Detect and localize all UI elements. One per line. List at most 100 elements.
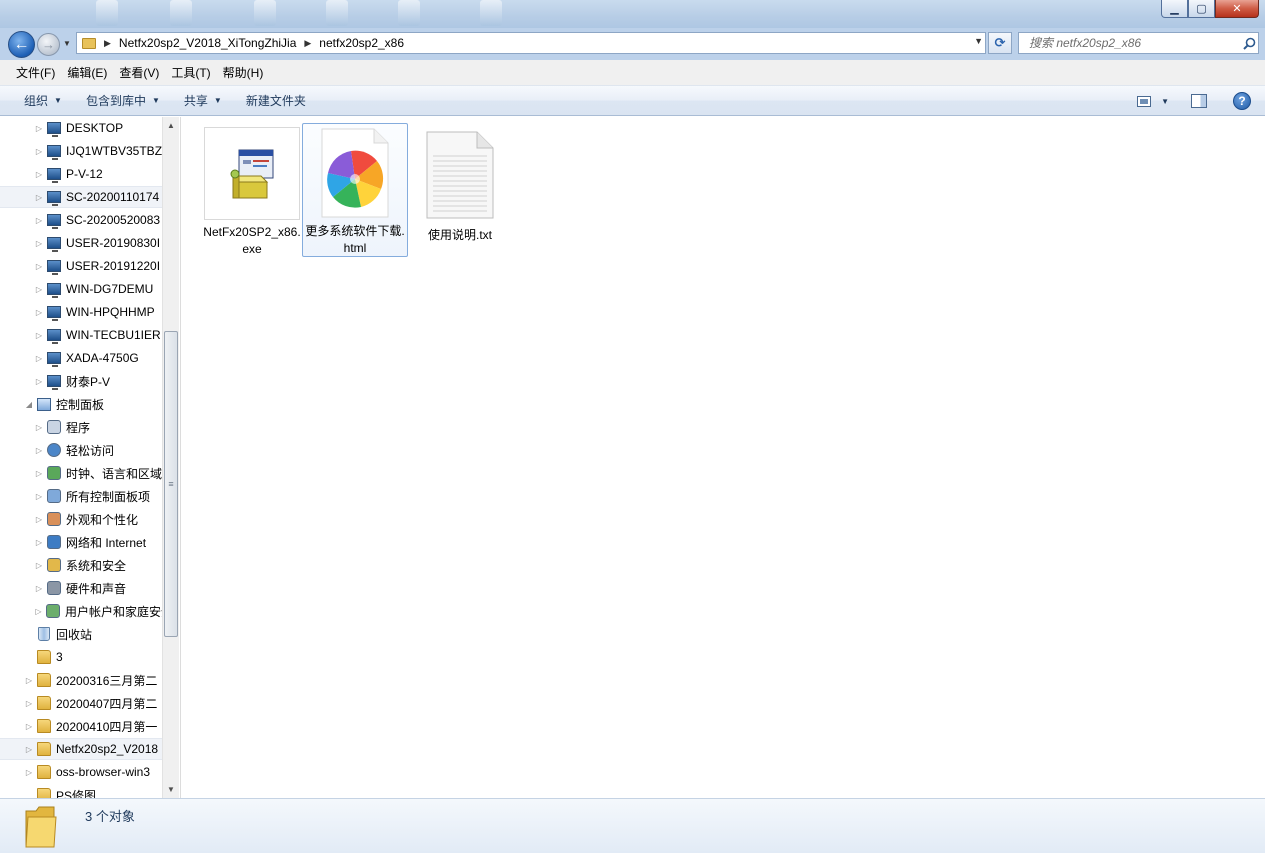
new-folder-button[interactable]: 新建文件夹 (240, 86, 318, 116)
nav-tree-item[interactable]: ▷ Netfx20sp2_V2018 (0, 738, 162, 760)
expand-arrow-icon[interactable]: ▷ (34, 538, 44, 547)
nav-tree-item[interactable]: ▷ SC-20200110174 (0, 186, 162, 208)
expand-arrow-icon[interactable]: ▷ (34, 331, 44, 340)
minimize-button[interactable]: ▁ (1161, 0, 1188, 18)
search-icon[interactable] (1240, 34, 1258, 52)
nav-tree-item[interactable]: ▷ 硬件和声音 (0, 577, 162, 599)
expand-arrow-icon[interactable]: ▷ (34, 515, 44, 524)
nav-tree-item[interactable]: 3 (0, 646, 162, 668)
expand-arrow-icon[interactable]: ▷ (34, 561, 44, 570)
nav-tree-item[interactable]: PS修图 (0, 784, 162, 798)
nav-tree-item[interactable]: ▷ 时钟、语言和区域 (0, 462, 162, 484)
menu-help[interactable]: 帮助(H) (217, 60, 270, 86)
nav-tree-item[interactable]: ▷ P-V-12 (0, 163, 162, 185)
expand-arrow-icon[interactable]: ▷ (34, 170, 44, 179)
expand-arrow-icon[interactable]: ▷ (24, 768, 34, 777)
expand-arrow-icon[interactable]: ▷ (34, 377, 44, 386)
file-item[interactable]: 使用说明.txt (407, 124, 513, 258)
nav-tree-item[interactable]: ▷ oss-browser-win3 (0, 761, 162, 783)
expand-arrow-icon[interactable]: ▷ (24, 745, 34, 754)
expand-arrow-icon[interactable]: ▷ (34, 469, 44, 478)
nav-tree-item[interactable]: ▷ USER-20190830I (0, 232, 162, 254)
folder-icon (36, 649, 52, 665)
maximize-button[interactable]: ▢ (1188, 0, 1215, 18)
nav-tree-item[interactable]: ▷ 系统和安全 (0, 554, 162, 576)
computer-icon (46, 304, 62, 321)
nav-tree-item[interactable]: ▷ 外观和个性化 (0, 508, 162, 530)
nav-tree-label: 用户帐户和家庭安全 (64, 604, 162, 619)
expand-arrow-icon[interactable]: ▷ (24, 676, 34, 685)
nav-tree-item[interactable]: 回收站 (0, 623, 162, 645)
nav-tree-item[interactable]: ▷ WIN-TECBU1IER (0, 324, 162, 346)
breadcrumb-item[interactable]: Netfx20sp2_V2018_XiTongZhiJia (119, 36, 296, 50)
nav-tree-item[interactable]: ▷ 所有控制面板项 (0, 485, 162, 507)
menu-file[interactable]: 文件(F) (10, 60, 61, 86)
nav-tree-item[interactable]: ▷ USER-20191220I (0, 255, 162, 277)
folder-icon (82, 37, 96, 49)
expand-arrow-icon[interactable]: ▷ (34, 262, 44, 271)
nav-tree-item[interactable]: ▷ SC-20200520083 (0, 209, 162, 231)
expand-arrow-icon[interactable]: ▷ (34, 446, 44, 455)
expand-arrow-icon[interactable]: ▷ (34, 308, 44, 317)
share-button[interactable]: 共享 ▼ (178, 86, 234, 116)
file-item-selected[interactable]: 更多系统软件下载.html (302, 123, 408, 257)
nav-tree-item[interactable]: ▷ 程序 (0, 416, 162, 438)
scroll-thumb[interactable]: ≡ (164, 331, 178, 637)
close-button[interactable]: ✕ (1215, 0, 1259, 18)
expand-arrow-icon[interactable]: ▷ (24, 722, 34, 731)
view-options-dropdown[interactable]: ▼ (1161, 97, 1169, 106)
expand-arrow-icon[interactable]: ▷ (34, 239, 44, 248)
change-view-icon[interactable] (1137, 95, 1152, 107)
nav-tree-item[interactable]: ▷ 轻松访问 (0, 439, 162, 461)
nav-scrollbar[interactable]: ▲ ≡ ▼ (162, 117, 179, 798)
expand-arrow-icon[interactable]: ▷ (34, 193, 44, 202)
include-library-button[interactable]: 包含到库中 ▼ (80, 86, 172, 116)
nav-tree-item[interactable]: ▷ 网络和 Internet (0, 531, 162, 553)
expand-arrow-icon[interactable]: ▷ (24, 699, 34, 708)
breadcrumb-item[interactable]: netfx20sp2_x86 (319, 36, 404, 50)
menu-view[interactable]: 查看(V) (113, 60, 165, 86)
refresh-button[interactable]: ⟳ (988, 32, 1012, 54)
chevron-down-icon[interactable]: ▼ (974, 36, 983, 46)
nav-tree-item[interactable]: ▷ IJQ1WTBV35TBZ (0, 140, 162, 162)
nav-tree-item[interactable]: ▷ 财泰P-V (0, 370, 162, 392)
expand-arrow-icon[interactable]: ▷ (34, 147, 44, 156)
file-name: 使用说明.txt (427, 228, 492, 242)
nav-tree-item[interactable]: ▷ DESKTOP (0, 117, 162, 139)
help-icon[interactable]: ? (1233, 92, 1251, 110)
expand-arrow-icon[interactable]: ▷ (34, 584, 44, 593)
nav-tree-item[interactable]: ▷ WIN-DG7DEMU (0, 278, 162, 300)
expand-arrow-icon[interactable]: ◢ (24, 400, 34, 409)
folder-icon (36, 695, 52, 711)
menu-tools[interactable]: 工具(T) (165, 60, 216, 86)
chevron-right-icon[interactable]: ▶ (104, 38, 111, 49)
organize-button[interactable]: 组织 ▼ (18, 86, 74, 116)
expand-arrow-icon[interactable]: ▷ (34, 216, 44, 225)
expand-arrow-icon[interactable]: ▷ (34, 354, 44, 363)
nav-tree-item[interactable]: ▷ WIN-HPQHHMP (0, 301, 162, 323)
nav-tree-label: 20200316三月第二 (56, 673, 158, 688)
nav-tree-item[interactable]: ▷ 20200407四月第二 (0, 692, 162, 714)
recent-pages-dropdown[interactable]: ▼ (63, 39, 71, 48)
nav-tree-label: USER-20190830I (66, 236, 161, 250)
expand-arrow-icon[interactable]: ▷ (34, 285, 44, 294)
forward-button[interactable]: → (37, 33, 60, 56)
nav-tree-item[interactable]: ▷ 用户帐户和家庭安全 (0, 600, 162, 622)
address-bar[interactable]: ▶ Netfx20sp2_V2018_XiTongZhiJia ▶ netfx2… (76, 32, 986, 54)
expand-arrow-icon[interactable]: ▷ (34, 124, 44, 133)
expand-arrow-icon[interactable]: ▷ (34, 607, 43, 616)
search-input[interactable] (1019, 34, 1240, 52)
expand-arrow-icon[interactable]: ▷ (34, 492, 44, 501)
scroll-up-icon[interactable]: ▲ (163, 117, 179, 133)
chevron-right-icon[interactable]: ▶ (304, 38, 311, 49)
back-button[interactable]: ← (8, 31, 35, 58)
nav-tree-item[interactable]: ▷ 20200316三月第二 (0, 669, 162, 691)
nav-tree-item[interactable]: ◢ 控制面板 (0, 393, 162, 415)
expand-arrow-icon[interactable]: ▷ (34, 423, 44, 432)
file-item[interactable]: NetFx20SP2_x86.exe (199, 124, 305, 258)
scroll-down-icon[interactable]: ▼ (163, 781, 179, 797)
nav-tree-item[interactable]: ▷ 20200410四月第一 (0, 715, 162, 737)
menu-edit[interactable]: 编辑(E) (61, 60, 113, 86)
nav-tree-item[interactable]: ▷ XADA-4750G (0, 347, 162, 369)
preview-pane-icon[interactable] (1191, 94, 1207, 108)
